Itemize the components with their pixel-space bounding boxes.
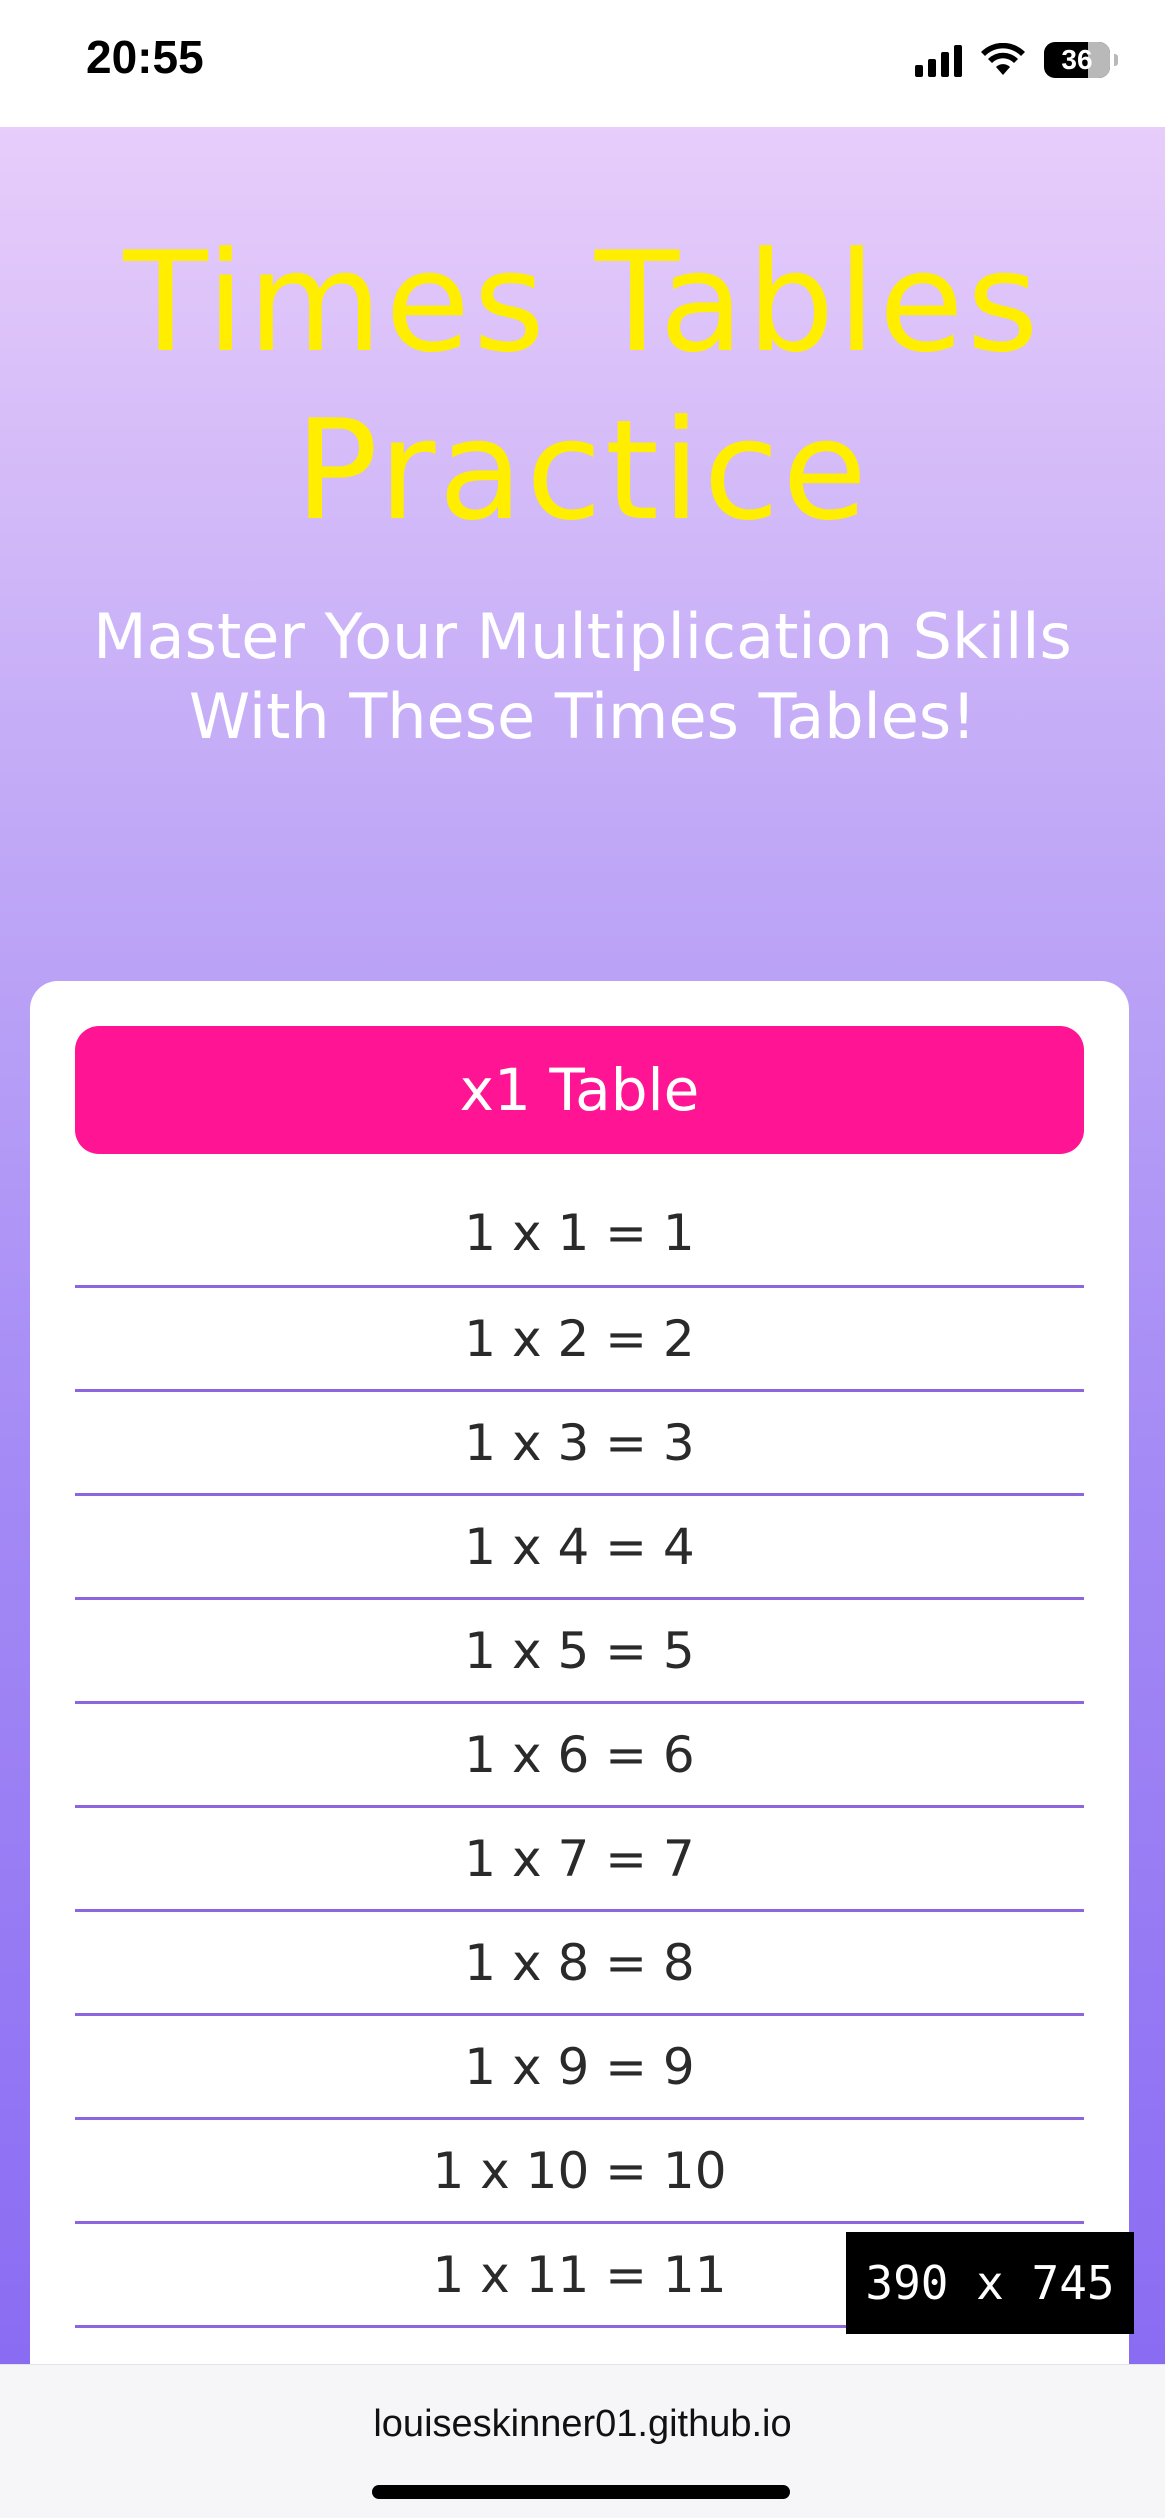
page-subtitle: Master Your Multiplication Skills With T… bbox=[93, 600, 1072, 753]
battery-level: 36 bbox=[1061, 44, 1093, 75]
table-rows: 1 x 1 = 1 1 x 2 = 2 1 x 3 = 3 1 x 4 = 4 … bbox=[75, 1181, 1084, 2328]
battery-icon: 36 bbox=[1044, 42, 1118, 78]
url-text[interactable]: louiseskinner01.github.io bbox=[0, 2403, 1165, 2446]
status-time: 20:55 bbox=[86, 31, 204, 83]
page-content: Times Tables Practice Master Your Multip… bbox=[0, 127, 1165, 2364]
table-row: 1 x 2 = 2 bbox=[75, 1288, 1084, 1392]
table-header-button[interactable]: x1 Table bbox=[75, 1026, 1084, 1154]
times-table-card: x1 Table 1 x 1 = 1 1 x 2 = 2 1 x 3 = 3 1… bbox=[30, 981, 1129, 2364]
table-row: 1 x 4 = 4 bbox=[75, 1496, 1084, 1600]
viewport-size-badge: 390 x 745 bbox=[846, 2232, 1134, 2334]
home-indicator[interactable] bbox=[372, 2485, 790, 2499]
table-row: 1 x 5 = 5 bbox=[75, 1600, 1084, 1704]
table-row: 1 x 7 = 7 bbox=[75, 1808, 1084, 1912]
browser-address-bar[interactable]: louiseskinner01.github.io bbox=[0, 2364, 1165, 2518]
wifi-icon bbox=[981, 43, 1025, 75]
table-row: 1 x 8 = 8 bbox=[75, 1912, 1084, 2016]
page-title: Times Tables Practice bbox=[123, 222, 1042, 551]
table-row: 1 x 10 = 10 bbox=[75, 2120, 1084, 2224]
table-row: 1 x 6 = 6 bbox=[75, 1704, 1084, 1808]
table-row: 1 x 3 = 3 bbox=[75, 1392, 1084, 1496]
signal-icon bbox=[915, 43, 962, 77]
table-row: 1 x 1 = 1 bbox=[75, 1181, 1084, 1288]
table-row: 1 x 9 = 9 bbox=[75, 2016, 1084, 2120]
status-icons: 36 bbox=[915, 38, 1118, 82]
status-bar: 20:55 36 bbox=[0, 0, 1165, 127]
